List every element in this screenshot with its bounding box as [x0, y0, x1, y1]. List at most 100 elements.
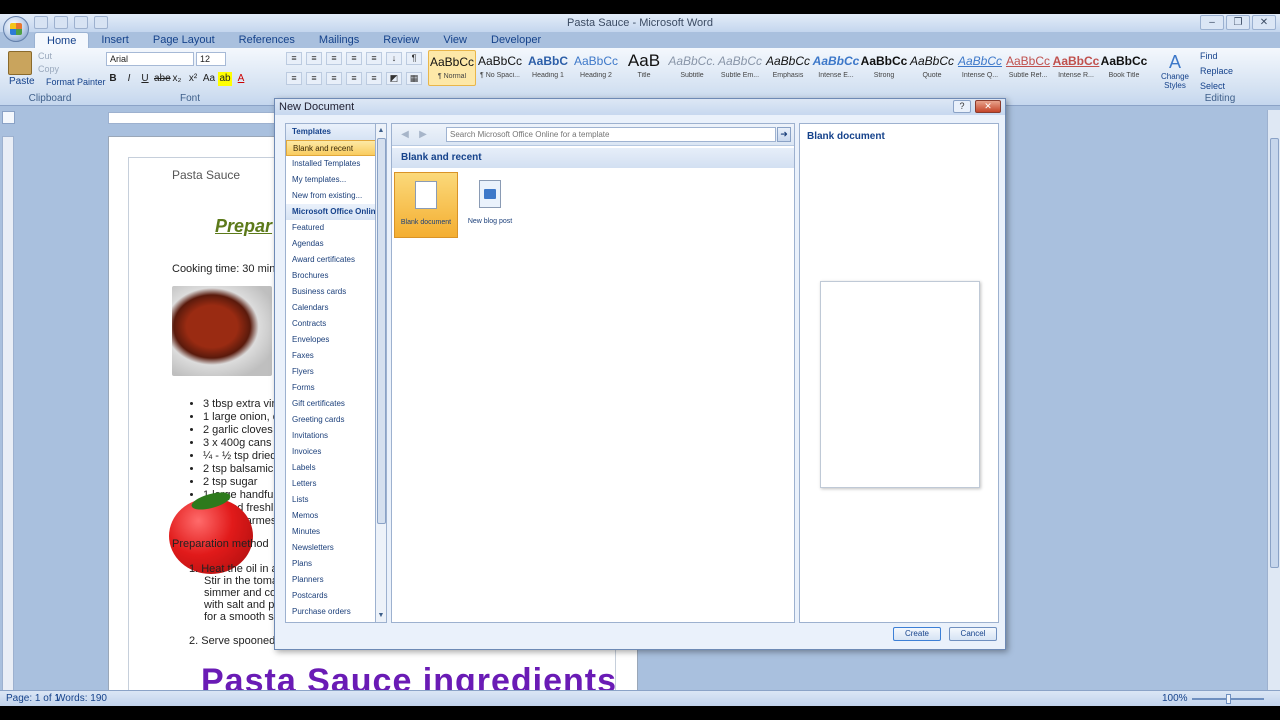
zoom-level[interactable]: 100%: [1162, 693, 1188, 704]
minimize-button[interactable]: –: [1200, 15, 1224, 30]
style-no-spacing[interactable]: AaBbCc ¶ No Spaci...: [476, 50, 524, 86]
underline-button[interactable]: U: [138, 72, 152, 86]
page-count[interactable]: Page: 1 of 1: [6, 693, 60, 704]
tab-insert[interactable]: Insert: [89, 32, 141, 48]
category-item[interactable]: Gift certificates: [286, 396, 386, 412]
category-item[interactable]: Newsletters: [286, 540, 386, 556]
replace-button[interactable]: Replace: [1200, 66, 1233, 76]
tab-references[interactable]: References: [227, 32, 307, 48]
category-item[interactable]: Calendars: [286, 300, 386, 316]
style-subtle-emphasis[interactable]: AaBbCc Subtle Em...: [716, 50, 764, 86]
category-item[interactable]: Labels: [286, 460, 386, 476]
tab-review[interactable]: Review: [371, 32, 431, 48]
category-item[interactable]: Envelopes: [286, 332, 386, 348]
style-subtitle[interactable]: AaBbCc. Subtitle: [668, 50, 716, 86]
select-button[interactable]: Select: [1200, 81, 1225, 91]
paste-icon[interactable]: [8, 51, 32, 75]
style-strong[interactable]: AaBbCc Strong: [860, 50, 908, 86]
vertical-scrollbar[interactable]: [1267, 110, 1280, 702]
category-item[interactable]: Award certificates: [286, 252, 386, 268]
numbering-icon[interactable]: ≡: [306, 52, 322, 65]
style-intense-quote[interactable]: AaBbCc Intense Q...: [956, 50, 1004, 86]
tab-developer[interactable]: Developer: [479, 32, 553, 48]
category-item[interactable]: Memos: [286, 508, 386, 524]
style-title[interactable]: AaB Title: [620, 50, 668, 86]
tab-view[interactable]: View: [431, 32, 479, 48]
copy-button[interactable]: Copy: [38, 64, 59, 74]
category-item[interactable]: Minutes: [286, 524, 386, 540]
create-button[interactable]: Create: [893, 627, 941, 641]
blank-document-tile[interactable]: Blank document: [394, 172, 458, 238]
font-name-select[interactable]: Arial: [106, 52, 194, 66]
category-item[interactable]: Forms: [286, 380, 386, 396]
scroll-thumb[interactable]: [1270, 138, 1279, 568]
paste-button[interactable]: Paste: [9, 76, 35, 87]
multilevel-list-icon[interactable]: ≡: [326, 52, 342, 65]
style-heading-1[interactable]: AaBbC Heading 1: [524, 50, 572, 86]
font-color-button[interactable]: A: [234, 72, 248, 86]
shading-icon[interactable]: ◩: [386, 72, 402, 85]
category-item[interactable]: Letters: [286, 476, 386, 492]
italic-button[interactable]: I: [122, 72, 136, 86]
style-intense-reference[interactable]: AaBbCc Intense R...: [1052, 50, 1100, 86]
office-button[interactable]: [3, 16, 29, 42]
line-spacing-icon[interactable]: ≡: [366, 72, 382, 85]
category-item[interactable]: Plans: [286, 556, 386, 572]
search-go-icon[interactable]: ➜: [777, 127, 791, 142]
category-item[interactable]: Installed Templates: [286, 156, 386, 172]
find-button[interactable]: Find: [1200, 51, 1218, 61]
close-window-button[interactable]: ✕: [1252, 15, 1276, 30]
dialog-close-button[interactable]: ✕: [975, 100, 1001, 113]
style-book-title[interactable]: AaBbCc Book Title: [1100, 50, 1148, 86]
align-right-icon[interactable]: ≡: [326, 72, 342, 85]
category-item[interactable]: Lists: [286, 492, 386, 508]
category-item[interactable]: Postcards: [286, 588, 386, 604]
strikethrough-button[interactable]: abe: [154, 72, 171, 86]
tab-selector[interactable]: [2, 111, 15, 124]
align-left-icon[interactable]: ≡: [286, 72, 302, 85]
bold-button[interactable]: B: [106, 72, 120, 86]
category-item[interactable]: Purchase orders: [286, 604, 386, 620]
tab-mailings[interactable]: Mailings: [307, 32, 371, 48]
tab-page-layout[interactable]: Page Layout: [141, 32, 227, 48]
style-heading-2[interactable]: AaBbCc Heading 2: [572, 50, 620, 86]
style-quote[interactable]: AaBbCc Quote: [908, 50, 956, 86]
category-item[interactable]: Invitations: [286, 428, 386, 444]
category-item[interactable]: Agendas: [286, 236, 386, 252]
decrease-indent-icon[interactable]: ≡: [346, 52, 362, 65]
style-normal[interactable]: AaBbCc ¶ Normal: [428, 50, 476, 86]
category-item[interactable]: Receipts: [286, 620, 386, 622]
vertical-ruler[interactable]: [2, 136, 14, 702]
category-scroll-thumb[interactable]: [377, 138, 386, 524]
subscript-button[interactable]: x₂: [170, 72, 184, 86]
align-center-icon[interactable]: ≡: [306, 72, 322, 85]
tab-home[interactable]: Home: [34, 32, 90, 48]
category-item[interactable]: New from existing...: [286, 188, 386, 204]
sort-icon[interactable]: ↓: [386, 52, 402, 65]
forward-arrow-icon[interactable]: ▶: [416, 128, 430, 142]
maximize-button[interactable]: ❐: [1226, 15, 1250, 30]
cancel-button[interactable]: Cancel: [949, 627, 997, 641]
superscript-button[interactable]: x²: [186, 72, 200, 86]
category-item[interactable]: Blank and recent: [286, 140, 386, 156]
category-item[interactable]: My templates...: [286, 172, 386, 188]
cut-button[interactable]: Cut: [38, 51, 52, 61]
template-search-input[interactable]: [446, 127, 776, 142]
style-intense-emphasis[interactable]: AaBbCc Intense E...: [812, 50, 860, 86]
zoom-slider-thumb[interactable]: [1226, 694, 1231, 704]
word-count[interactable]: Words: 190: [56, 693, 107, 704]
change-case-button[interactable]: Aa: [202, 72, 216, 86]
category-item[interactable]: Business cards: [286, 284, 386, 300]
help-button[interactable]: ?: [953, 100, 971, 113]
category-item[interactable]: Faxes: [286, 348, 386, 364]
category-scrollbar[interactable]: ▲ ▼: [375, 123, 387, 623]
category-item[interactable]: Invoices: [286, 444, 386, 460]
show-formatting-icon[interactable]: ¶: [406, 52, 422, 65]
borders-icon[interactable]: ▦: [406, 72, 422, 85]
category-item[interactable]: Contracts: [286, 316, 386, 332]
scroll-up-icon[interactable]: ▲: [376, 125, 386, 136]
change-styles-button[interactable]: A Change Styles: [1160, 52, 1190, 90]
category-item[interactable]: Flyers: [286, 364, 386, 380]
category-item[interactable]: Featured: [286, 220, 386, 236]
new-blog-post-tile[interactable]: New blog post: [459, 172, 523, 238]
